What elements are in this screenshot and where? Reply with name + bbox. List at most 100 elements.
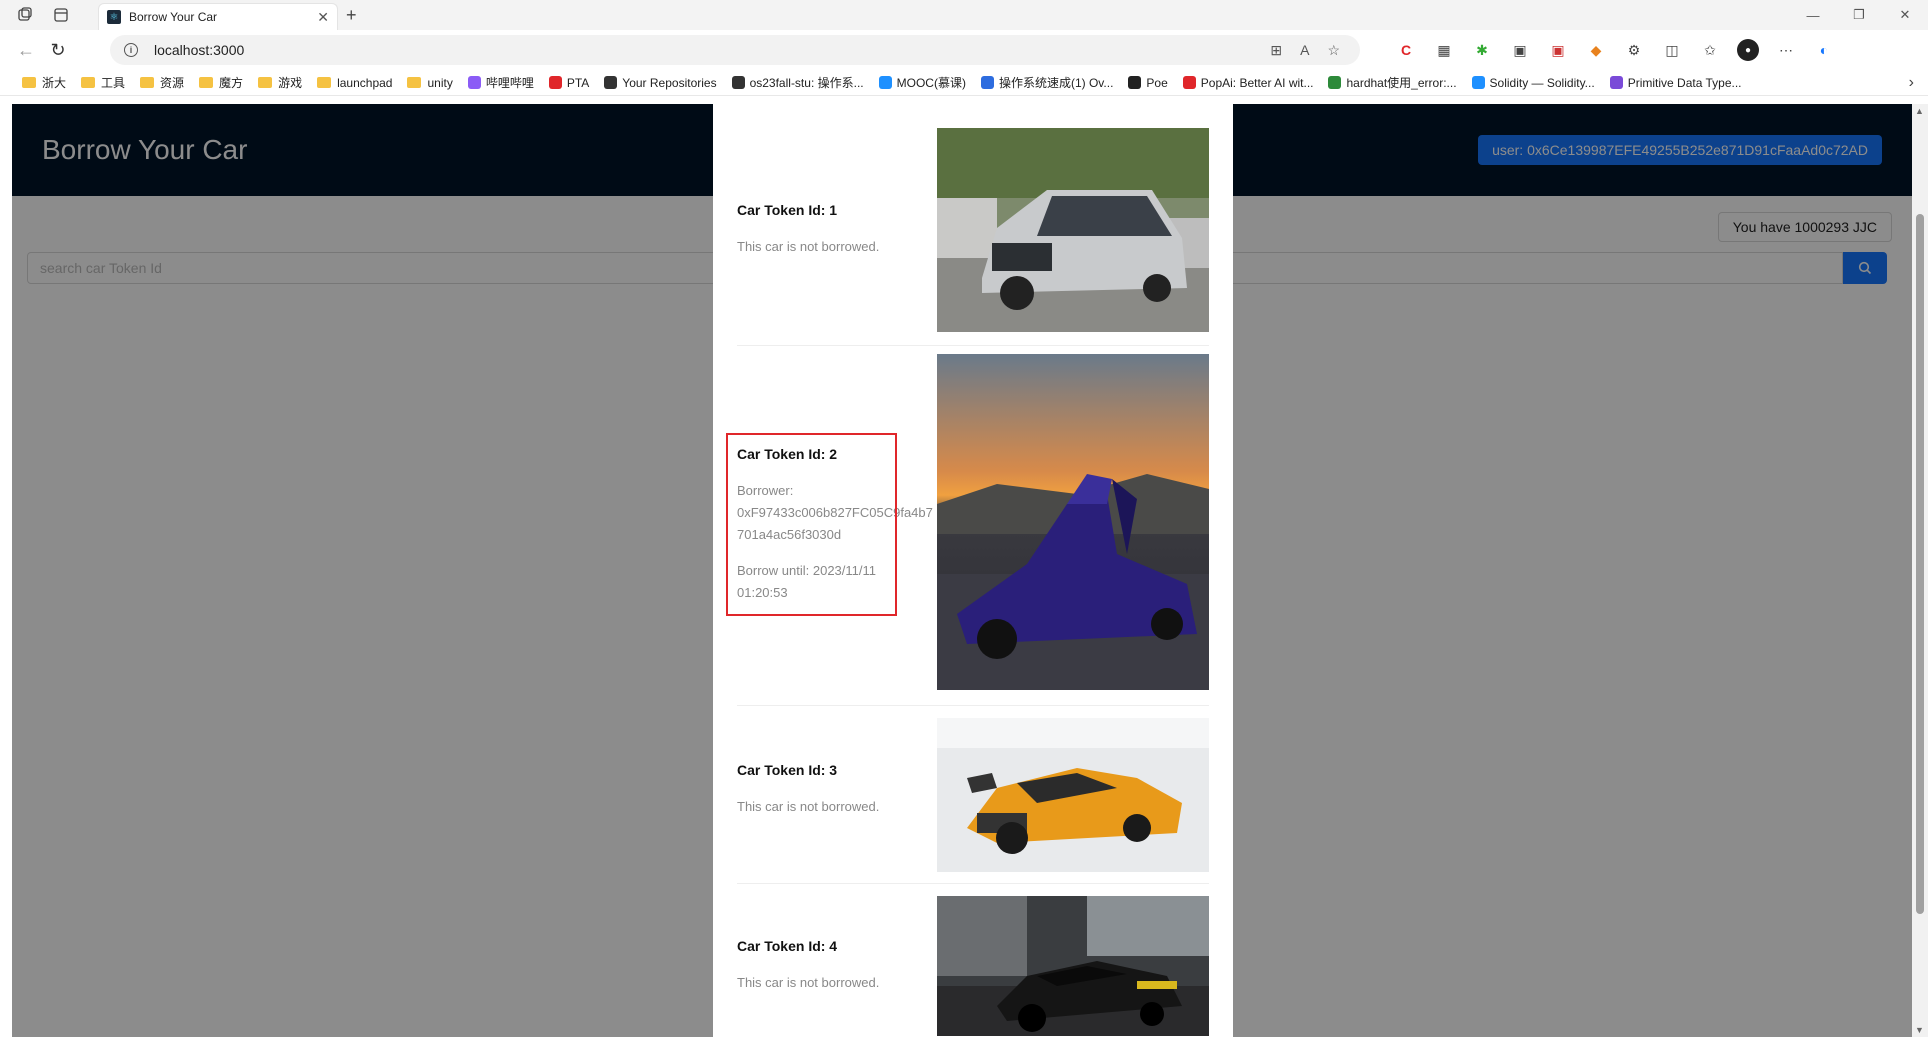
car-image <box>937 354 1209 690</box>
folder-icon <box>81 77 96 88</box>
extension-icon-3[interactable]: ▣ <box>1509 39 1531 61</box>
bookmark-label: 魔方 <box>219 76 244 90</box>
workspaces-icon[interactable] <box>14 4 36 26</box>
bookmark-item[interactable]: 魔方 <box>199 74 243 91</box>
site-favicon-icon <box>467 76 481 89</box>
page-viewport: Borrow Your Car user: 0x6Ce139987EFE4925… <box>0 104 1928 1037</box>
browser-tab-strip: ⚛ Borrow Your Car ✕ + — ❐ ✕ <box>0 0 1928 30</box>
app-root: Borrow Your Car user: 0x6Ce139987EFE4925… <box>12 104 1912 1037</box>
copilot-icon[interactable]: ◐ <box>1813 39 1835 61</box>
bookmark-label: Poe <box>1146 75 1168 90</box>
more-menu-icon[interactable]: ⋯ <box>1775 39 1797 61</box>
bookmark-item[interactable]: hardhat使用_error:... <box>1328 74 1457 91</box>
bookmark-item[interactable]: MOOC(慕课) <box>878 74 966 91</box>
scroll-up-icon[interactable]: ▲ <box>1915 106 1924 116</box>
bookmark-label: 浙大 <box>42 76 67 90</box>
extension-icon-1[interactable]: ▦ <box>1433 39 1455 61</box>
car-item: Car Token Id: 3 This car is not borrowed… <box>737 706 1209 884</box>
borrower-info-highlight <box>726 433 897 616</box>
favorite-star-icon[interactable]: ☆ <box>1327 42 1340 59</box>
site-favicon-icon <box>1609 76 1623 89</box>
bookmarks-bar: 浙大 工具 资源 魔方 游戏 launchpad unity 哔哩哔哩 PTA Your Repo… <box>0 70 1928 96</box>
site-favicon-icon <box>980 76 994 89</box>
bookmark-item[interactable]: 哔哩哔哩 <box>467 74 534 91</box>
bookmark-item[interactable]: 工具 <box>81 74 125 91</box>
site-favicon-icon <box>731 76 745 89</box>
bookmark-label: hardhat使用_error:... <box>1346 76 1457 90</box>
minimize-icon[interactable]: — <box>1790 0 1836 30</box>
folder-icon <box>407 77 422 88</box>
window-controls: — ❐ ✕ <box>1790 0 1928 30</box>
back-icon[interactable]: ← <box>12 36 40 64</box>
car-item: Car Token Id: 1 This car is not borrowed… <box>737 104 1209 346</box>
car-list-modal: Car Token Id: 1 This car is not borrowed… <box>713 104 1233 1037</box>
restore-icon[interactable]: ❐ <box>1836 0 1882 30</box>
bookmark-item[interactable]: PTA <box>548 76 589 90</box>
car-token-title: Car Token Id: 3 <box>737 762 838 778</box>
reload-icon[interactable]: ↻ <box>44 36 72 64</box>
bookmark-label: 资源 <box>160 76 185 90</box>
metamask-icon[interactable]: ◆ <box>1585 39 1607 61</box>
bookmark-item[interactable]: unity <box>407 75 453 90</box>
bookmark-label: os23fall-stu: 操作系... <box>749 76 864 90</box>
car-image <box>937 128 1209 332</box>
close-tab-icon[interactable]: ✕ <box>317 9 329 26</box>
extension-icon-2[interactable]: ✱ <box>1471 39 1493 61</box>
bookmark-item[interactable]: 浙大 <box>22 74 66 91</box>
bookmark-label: 操作系统速成(1) Ov... <box>998 76 1114 90</box>
site-favicon-icon <box>1128 76 1142 89</box>
bookmark-item[interactable]: Poe <box>1128 75 1168 90</box>
bookmark-label: 工具 <box>101 76 126 90</box>
site-favicon-icon <box>878 76 892 89</box>
bookmark-label: MOOC(慕课) <box>896 76 966 90</box>
bookmark-item[interactable]: Primitive Data Type... <box>1609 75 1742 90</box>
bookmark-item[interactable]: Solidity — Solidity... <box>1471 75 1595 90</box>
scroll-down-icon[interactable]: ▼ <box>1915 1025 1924 1035</box>
folder-icon <box>258 77 273 88</box>
new-tab-icon[interactable]: + <box>346 5 357 26</box>
page-scrollbar[interactable]: ▲ ▼ <box>1912 104 1928 1037</box>
favorites-icon[interactable]: ✩ <box>1699 39 1721 61</box>
address-bar-row: ← ↻ i localhost:3000 ⊞ A ☆ C ▦ ✱ ▣ ▣ ◆ ⚙… <box>0 30 1928 70</box>
scrollbar-thumb[interactable] <box>1916 214 1924 914</box>
car-status-text: This car is not borrowed. <box>737 975 880 990</box>
more-bookmarks-icon[interactable]: › <box>1909 74 1914 92</box>
app-available-icon[interactable]: ⊞ <box>1270 42 1282 59</box>
bookmark-item[interactable]: 操作系统速成(1) Ov... <box>980 74 1114 91</box>
address-bar[interactable]: i localhost:3000 ⊞ A ☆ <box>110 35 1360 65</box>
site-favicon-icon <box>1182 76 1196 89</box>
split-screen-icon[interactable]: ◫ <box>1661 39 1683 61</box>
extensions-puzzle-icon[interactable]: ⚙ <box>1623 39 1645 61</box>
bookmark-item[interactable]: 游戏 <box>258 74 302 91</box>
react-favicon-icon: ⚛ <box>107 10 121 24</box>
bookmark-item[interactable]: Your Repositories <box>604 76 717 90</box>
read-aloud-icon[interactable]: A <box>1300 42 1309 58</box>
bookmark-label: Solidity — Solidity... <box>1489 75 1595 90</box>
bookmark-label: 哔哩哔哩 <box>485 76 534 90</box>
site-info-icon[interactable]: i <box>124 43 138 57</box>
car-token-title: Car Token Id: 4 <box>737 938 838 954</box>
car-image <box>937 718 1209 872</box>
car-status-text: This car is not borrowed. <box>737 799 880 814</box>
profile-avatar[interactable]: ● <box>1737 39 1759 61</box>
extension-icon-4[interactable]: ▣ <box>1547 39 1569 61</box>
tab-title: Borrow Your Car <box>129 10 218 24</box>
browser-tab-active[interactable]: ⚛ Borrow Your Car ✕ <box>98 3 338 30</box>
bookmark-item[interactable]: launchpad <box>317 76 392 90</box>
close-window-icon[interactable]: ✕ <box>1882 0 1928 30</box>
car-item: Car Token Id: 4 This car is not borrowed… <box>737 884 1209 1037</box>
tab-actions-icon[interactable] <box>50 4 72 26</box>
bookmark-item[interactable]: os23fall-stu: 操作系... <box>731 74 864 91</box>
folder-icon <box>317 77 332 88</box>
site-favicon-icon <box>604 76 618 89</box>
bookmark-item[interactable]: 资源 <box>140 74 184 91</box>
car-token-title: Car Token Id: 1 <box>737 202 838 218</box>
bookmark-label: Primitive Data Type... <box>1627 75 1742 90</box>
bookmark-label: launchpad <box>337 75 393 90</box>
folder-icon <box>199 77 214 88</box>
bookmark-item[interactable]: PopAi: Better AI wit... <box>1182 76 1313 90</box>
url-text: localhost:3000 <box>154 42 245 58</box>
bookmark-label: unity <box>427 75 453 90</box>
extension-toolbar: C ▦ ✱ ▣ ▣ ◆ ⚙ ◫ ✩ ● ⋯ ◐ <box>1395 35 1835 65</box>
copilot-c-icon[interactable]: C <box>1395 39 1417 61</box>
